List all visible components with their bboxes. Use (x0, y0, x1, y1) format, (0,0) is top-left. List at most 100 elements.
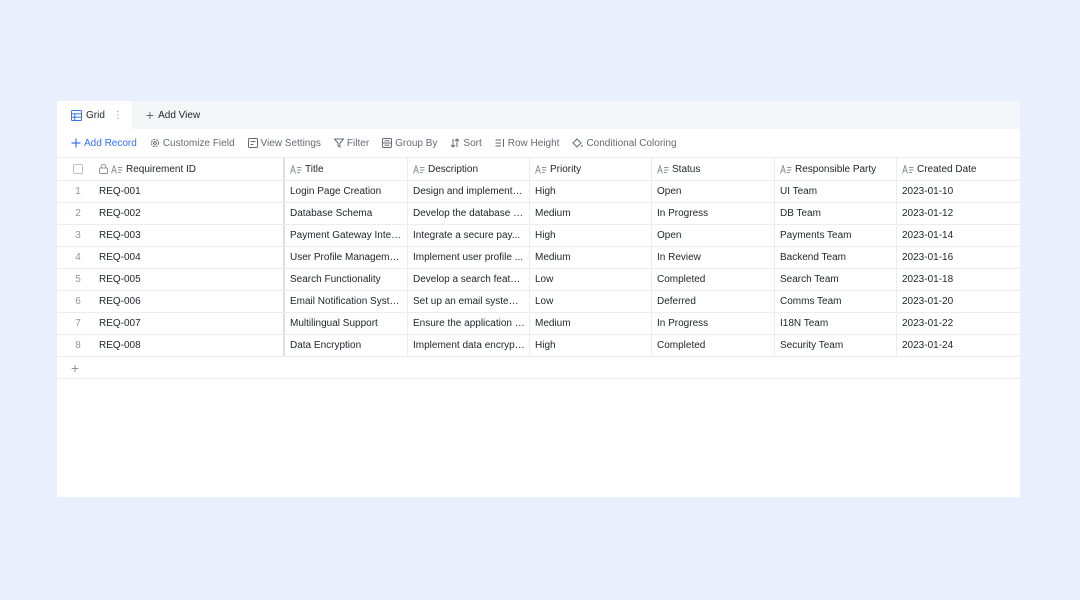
cell-text: Payment Gateway Integ... (290, 230, 406, 241)
cell-created-date[interactable]: 2023-01-20 (897, 291, 1020, 312)
row-index: 5 (75, 274, 81, 285)
cell-requirement-id[interactable]: REQ-006 (99, 291, 285, 312)
cell-requirement-id[interactable]: REQ-008 (99, 335, 285, 356)
cell-status[interactable]: Deferred (652, 291, 775, 312)
cell-status[interactable]: In Review (652, 247, 775, 268)
more-options-icon[interactable]: ⋮ (113, 110, 123, 121)
group-by-button[interactable]: Group By (382, 138, 437, 149)
cell-text: 2023-01-20 (902, 296, 954, 307)
add-record-button[interactable]: Add Record (71, 138, 137, 149)
column-header-title[interactable]: Title (285, 158, 408, 180)
column-header-priority[interactable]: Priority (530, 158, 652, 180)
cell-title[interactable]: Database Schema (285, 203, 408, 224)
cell-description[interactable]: Implement user profile ... (408, 247, 530, 268)
table-row[interactable]: 8 REQ-008 Data Encryption Implement data… (57, 335, 1020, 357)
column-header-responsible-party[interactable]: Responsible Party (775, 158, 897, 180)
column-header-created-date[interactable]: Created Date (897, 158, 1020, 180)
cell-description[interactable]: Ensure the application s... (408, 313, 530, 334)
cell-title[interactable]: Login Page Creation (285, 181, 408, 202)
cell-created-date[interactable]: 2023-01-16 (897, 247, 1020, 268)
cell-priority[interactable]: Medium (530, 247, 652, 268)
cell-priority[interactable]: Low (530, 269, 652, 290)
sort-button[interactable]: Sort (450, 138, 482, 149)
tab-grid-view[interactable]: Grid ⋮ (57, 101, 132, 129)
cell-priority[interactable]: High (530, 335, 652, 356)
add-row-button[interactable]: + (57, 357, 1020, 379)
cell-text: 2023-01-16 (902, 252, 954, 263)
cell-priority[interactable]: High (530, 181, 652, 202)
cell-status[interactable]: In Progress (652, 203, 775, 224)
cell-responsible-party[interactable]: Backend Team (775, 247, 897, 268)
cell-requirement-id[interactable]: REQ-007 (99, 313, 285, 334)
table-row[interactable]: 7 REQ-007 Multilingual Support Ensure th… (57, 313, 1020, 335)
table-row[interactable]: 3 REQ-003 Payment Gateway Integ... Integ… (57, 225, 1020, 247)
cell-created-date[interactable]: 2023-01-22 (897, 313, 1020, 334)
cell-responsible-party[interactable]: Search Team (775, 269, 897, 290)
cell-description[interactable]: Develop a search featur... (408, 269, 530, 290)
cell-title[interactable]: User Profile Management (285, 247, 408, 268)
row-height-button[interactable]: Row Height (495, 138, 559, 149)
cell-text: Comms Team (780, 296, 842, 307)
cell-responsible-party[interactable]: Payments Team (775, 225, 897, 246)
cell-requirement-id[interactable]: REQ-004 (99, 247, 285, 268)
cell-status[interactable]: Completed (652, 269, 775, 290)
cell-title[interactable]: Search Functionality (285, 269, 408, 290)
cell-title[interactable]: Multilingual Support (285, 313, 408, 334)
row-height-icon (495, 139, 504, 147)
text-field-icon (413, 164, 425, 174)
cell-status[interactable]: In Progress (652, 313, 775, 334)
cell-text: Medium (535, 252, 571, 263)
cell-title[interactable]: Email Notification System (285, 291, 408, 312)
column-header-requirement-id[interactable]: Requirement ID (99, 158, 285, 180)
cell-responsible-party[interactable]: UI Team (775, 181, 897, 202)
cell-description[interactable]: Develop the database sc... (408, 203, 530, 224)
filter-label: Filter (346, 137, 370, 149)
conditional-coloring-button[interactable]: Conditional Coloring (572, 138, 677, 149)
cell-text: Search Functionality (290, 274, 381, 285)
table-row[interactable]: 2 REQ-002 Database Schema Develop the da… (57, 203, 1020, 225)
column-header-status[interactable]: Status (652, 158, 775, 180)
cell-created-date[interactable]: 2023-01-14 (897, 225, 1020, 246)
add-view-label: Add View (158, 109, 201, 121)
cell-title[interactable]: Data Encryption (285, 335, 408, 356)
select-all-checkbox[interactable] (73, 164, 83, 174)
cell-description[interactable]: Set up an email system ... (408, 291, 530, 312)
cell-requirement-id[interactable]: REQ-001 (99, 181, 285, 202)
cell-priority[interactable]: High (530, 225, 652, 246)
column-header-label: Priority (550, 163, 582, 175)
row-index: 3 (75, 230, 81, 241)
add-view-button[interactable]: + Add View (132, 101, 200, 129)
cell-description[interactable]: Design and implement a... (408, 181, 530, 202)
cell-created-date[interactable]: 2023-01-12 (897, 203, 1020, 224)
cell-priority[interactable]: Low (530, 291, 652, 312)
cell-requirement-id[interactable]: REQ-002 (99, 203, 285, 224)
cell-status[interactable]: Open (652, 181, 775, 202)
cell-text: 2023-01-10 (902, 186, 954, 197)
cell-description[interactable]: Implement data encrypt... (408, 335, 530, 356)
table-row[interactable]: 4 REQ-004 User Profile Management Implem… (57, 247, 1020, 269)
cell-created-date[interactable]: 2023-01-18 (897, 269, 1020, 290)
cell-text: Database Schema (290, 208, 373, 219)
customize-field-button[interactable]: Customize Field (150, 138, 235, 149)
cell-responsible-party[interactable]: Security Team (775, 335, 897, 356)
column-header-description[interactable]: Description (408, 158, 530, 180)
cell-requirement-id[interactable]: REQ-005 (99, 269, 285, 290)
cell-created-date[interactable]: 2023-01-24 (897, 335, 1020, 356)
cell-title[interactable]: Payment Gateway Integ... (285, 225, 408, 246)
table-row[interactable]: 6 REQ-006 Email Notification System Set … (57, 291, 1020, 313)
cell-description[interactable]: Integrate a secure pay... (408, 225, 530, 246)
view-settings-button[interactable]: View Settings (247, 138, 321, 149)
cell-responsible-party[interactable]: I18N Team (775, 313, 897, 334)
cell-responsible-party[interactable]: DB Team (775, 203, 897, 224)
cell-created-date[interactable]: 2023-01-10 (897, 181, 1020, 202)
cell-requirement-id[interactable]: REQ-003 (99, 225, 285, 246)
cell-priority[interactable]: Medium (530, 313, 652, 334)
table-row[interactable]: 1 REQ-001 Login Page Creation Design and… (57, 181, 1020, 203)
cell-status[interactable]: Open (652, 225, 775, 246)
cell-status[interactable]: Completed (652, 335, 775, 356)
filter-button[interactable]: Filter (333, 137, 370, 149)
cell-responsible-party[interactable]: Comms Team (775, 291, 897, 312)
table-row[interactable]: 5 REQ-005 Search Functionality Develop a… (57, 269, 1020, 291)
cell-text: User Profile Management (290, 252, 404, 263)
cell-priority[interactable]: Medium (530, 203, 652, 224)
